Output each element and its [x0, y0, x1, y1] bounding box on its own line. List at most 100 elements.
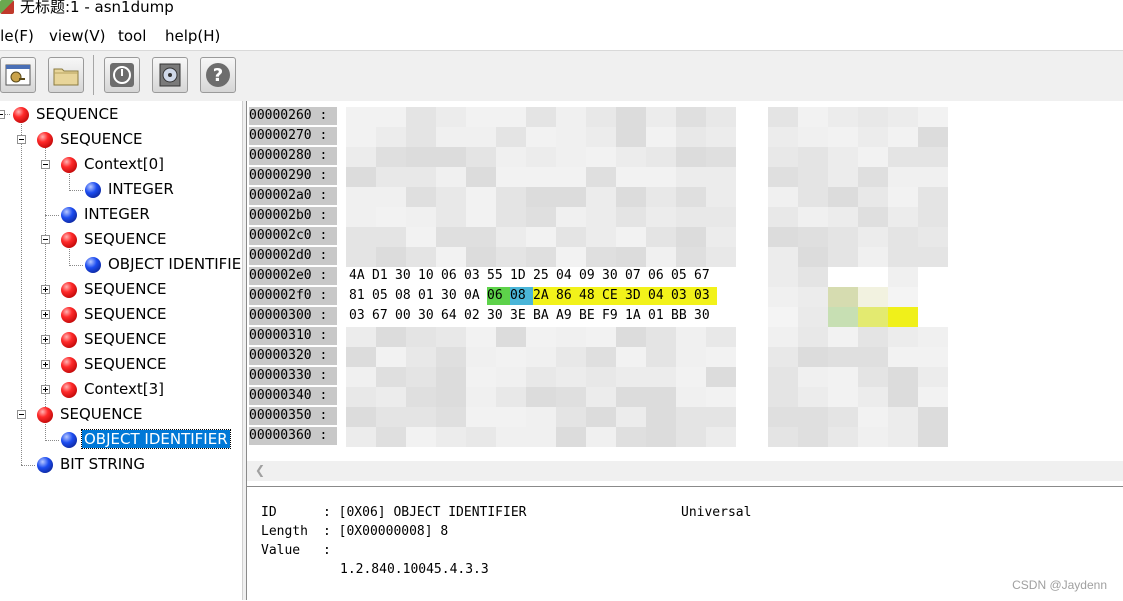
open-viewer-button[interactable]: [0, 57, 36, 93]
hex-byte[interactable]: 01: [648, 307, 671, 325]
hex-byte[interactable]: 2A: [533, 287, 556, 305]
hex-byte[interactable]: 10: [418, 267, 441, 285]
tree-node-object-identifier[interactable]: OBJECT IDENTIFIE: [85, 254, 241, 276]
expander-node-0[interactable]: [0, 110, 5, 119]
expander-node-5[interactable]: [41, 235, 50, 244]
blue-ball-icon: [37, 457, 53, 473]
disk-button[interactable]: [152, 57, 188, 93]
hex-byte[interactable]: 03: [349, 307, 372, 325]
hex-byte[interactable]: 4A: [349, 267, 372, 285]
hex-byte[interactable]: CE: [602, 287, 625, 305]
info-value-label: Value: [261, 543, 301, 558]
red-ball-icon: [61, 232, 77, 248]
red-ball-icon: [37, 407, 53, 423]
hex-byte[interactable]: 07: [625, 267, 648, 285]
hex-byte[interactable]: 06: [648, 267, 671, 285]
hex-byte[interactable]: BA: [533, 307, 556, 325]
expander-node-7[interactable]: [41, 285, 50, 294]
disk-icon: [159, 63, 181, 87]
hex-byte[interactable]: 67: [372, 307, 395, 325]
hex-byte[interactable]: 09: [579, 267, 602, 285]
hex-byte[interactable]: 30: [395, 267, 418, 285]
blue-ball-icon: [85, 182, 101, 198]
hex-byte[interactable]: 06: [487, 287, 510, 305]
red-ball-icon: [13, 107, 29, 123]
hex-byte[interactable]: D1: [372, 267, 395, 285]
menu-tool[interactable]: tool: [118, 27, 146, 45]
hex-byte[interactable]: 08: [510, 287, 533, 305]
red-ball-icon: [61, 282, 77, 298]
hex-byte[interactable]: 3D: [625, 287, 648, 305]
expander-node-11[interactable]: [41, 385, 50, 394]
hex-horizontal-scrollbar[interactable]: ❮: [247, 461, 1123, 481]
help-button[interactable]: ?: [200, 57, 236, 93]
hex-byte[interactable]: 05: [372, 287, 395, 305]
hex-byte[interactable]: 03: [671, 287, 694, 305]
hex-row: 4A D1 30 10 06 03 55 1D 25 04 09 30 07 06 05 67: [349, 267, 717, 285]
app-icon: [0, 0, 14, 14]
hex-address-label: 000002d0 :: [249, 247, 337, 265]
hex-byte[interactable]: 86: [556, 287, 579, 305]
hex-byte[interactable]: A9: [556, 307, 579, 325]
hex-byte[interactable]: 04: [556, 267, 579, 285]
tree-node-label: SEQUENCE: [84, 305, 167, 323]
expander-node-9[interactable]: [41, 335, 50, 344]
hex-byte[interactable]: 03: [694, 287, 717, 305]
hex-byte[interactable]: 30: [487, 307, 510, 325]
tree-node-label: BIT STRING: [60, 455, 146, 473]
expander-node-10[interactable]: [41, 360, 50, 369]
hex-byte[interactable]: 67: [694, 267, 717, 285]
hex-byte[interactable]: 30: [694, 307, 717, 325]
tree-node-label: SEQUENCE: [84, 280, 167, 298]
tree-node-label: OBJECT IDENTIFIER: [81, 429, 231, 449]
hex-byte[interactable]: 02: [464, 307, 487, 325]
hex-address-label: 00000360 :: [249, 427, 337, 445]
expander-node-1[interactable]: [17, 135, 26, 144]
node-info-panel: ID : [0X06] OBJECT IDENTIFIER Universal …: [247, 486, 1123, 601]
hex-byte[interactable]: 06: [441, 267, 464, 285]
hex-byte[interactable]: 30: [418, 307, 441, 325]
hex-address-label: 000002a0 :: [249, 187, 337, 205]
expander-node-12[interactable]: [17, 410, 26, 419]
hex-byte[interactable]: 48: [579, 287, 602, 305]
hex-byte[interactable]: 08: [395, 287, 418, 305]
hex-byte[interactable]: 00: [395, 307, 418, 325]
red-ball-icon: [61, 157, 77, 173]
hex-byte[interactable]: 03: [464, 267, 487, 285]
hex-byte[interactable]: 30: [602, 267, 625, 285]
hex-byte[interactable]: 3E: [510, 307, 533, 325]
hex-byte[interactable]: 04: [648, 287, 671, 305]
main-panes: SEQUENCE SEQUENCE Context[0] INTEGER INT…: [0, 101, 1123, 601]
menu-help[interactable]: help(H): [165, 27, 220, 45]
blue-ball-icon: [61, 432, 77, 448]
hex-address-label: 000002f0 :: [249, 287, 337, 305]
expander-node-2[interactable]: [41, 160, 50, 169]
tree-node-label: OBJECT IDENTIFIE: [108, 255, 241, 273]
hex-byte[interactable]: 0A: [464, 287, 487, 305]
open-folder-button[interactable]: [48, 57, 84, 93]
hex-byte[interactable]: 01: [418, 287, 441, 305]
info-value-colon: :: [323, 543, 331, 558]
hex-byte[interactable]: 64: [441, 307, 464, 325]
tree-node-label: SEQUENCE: [60, 405, 143, 423]
hex-byte[interactable]: BE: [579, 307, 602, 325]
hex-address-label: 000002c0 :: [249, 227, 337, 245]
menu-view[interactable]: view(V): [49, 27, 106, 45]
hex-byte[interactable]: 55: [487, 267, 510, 285]
hex-byte[interactable]: BB: [671, 307, 694, 325]
hex-byte[interactable]: 05: [671, 267, 694, 285]
hex-byte[interactable]: 1A: [625, 307, 648, 325]
hex-byte[interactable]: 25: [533, 267, 556, 285]
hex-byte[interactable]: 81: [349, 287, 372, 305]
hex-address-label: 00000340 :: [249, 387, 337, 405]
hex-row: 03 67 00 30 64 02 30 3E BA A9 BE F9 1A 01 BB 30: [349, 307, 717, 325]
expander-node-8[interactable]: [41, 310, 50, 319]
power-button[interactable]: [104, 57, 140, 93]
hex-row: 81 05 08 01 30 0A 06 08 2A 86 48 CE 3D 04 03 03: [349, 287, 717, 305]
hex-byte[interactable]: 1D: [510, 267, 533, 285]
scroll-left-icon[interactable]: ❮: [255, 463, 265, 477]
hex-byte[interactable]: 30: [441, 287, 464, 305]
hex-byte[interactable]: F9: [602, 307, 625, 325]
menu-file[interactable]: ile(F): [0, 27, 34, 45]
asn1-tree[interactable]: SEQUENCE SEQUENCE Context[0] INTEGER INT…: [0, 101, 242, 600]
